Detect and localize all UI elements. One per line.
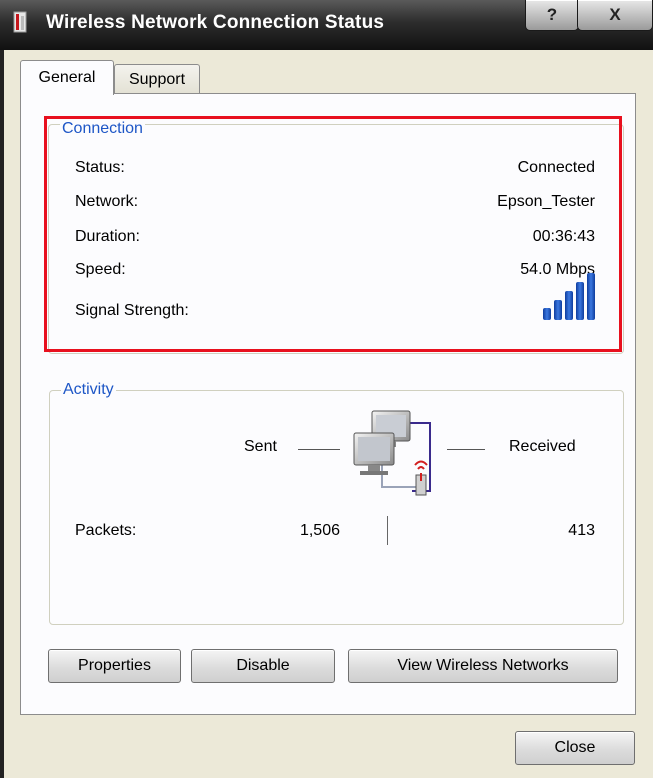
sent-line	[298, 449, 340, 450]
tab-support[interactable]: Support	[114, 64, 200, 94]
tab-general[interactable]: General	[20, 60, 114, 95]
network-label: Network:	[75, 193, 139, 210]
close-button[interactable]: Close	[515, 731, 635, 765]
properties-button[interactable]: Properties	[48, 649, 181, 683]
network-activity-icon	[353, 410, 431, 496]
window-edge	[0, 50, 4, 778]
activity-group	[49, 390, 624, 625]
packets-label: Packets:	[75, 522, 137, 539]
received-label: Received	[509, 438, 576, 455]
window-title: Wireless Network Connection Status	[46, 12, 385, 33]
packets-divider	[387, 516, 388, 545]
duration-label: Duration:	[75, 228, 140, 245]
view-wireless-networks-button[interactable]: View Wireless Networks	[348, 649, 618, 683]
packets-sent-value: 1,506	[299, 522, 340, 539]
disable-button[interactable]: Disable	[191, 649, 335, 683]
duration-value: 00:36:43	[532, 228, 595, 245]
network-value: Epson_Tester	[497, 193, 595, 210]
speed-label: Speed:	[75, 261, 126, 278]
network-icon	[13, 11, 27, 33]
help-button[interactable]: ?	[525, 0, 579, 31]
packets-received-value: 413	[568, 522, 595, 539]
activity-legend: Activity	[61, 381, 116, 399]
received-line	[447, 449, 485, 450]
title-bar[interactable]: Wireless Network Connection Status ? X	[0, 0, 653, 50]
status-dialog: Wireless Network Connection Status ? X G…	[0, 0, 653, 778]
sent-label: Sent	[244, 438, 277, 455]
status-value: Connected	[517, 159, 595, 176]
status-label: Status:	[75, 159, 125, 176]
signal-strength-label: Signal Strength:	[75, 302, 189, 319]
connection-legend: Connection	[60, 120, 145, 138]
signal-strength-icon	[543, 273, 595, 320]
window-close-button[interactable]: X	[577, 0, 653, 31]
